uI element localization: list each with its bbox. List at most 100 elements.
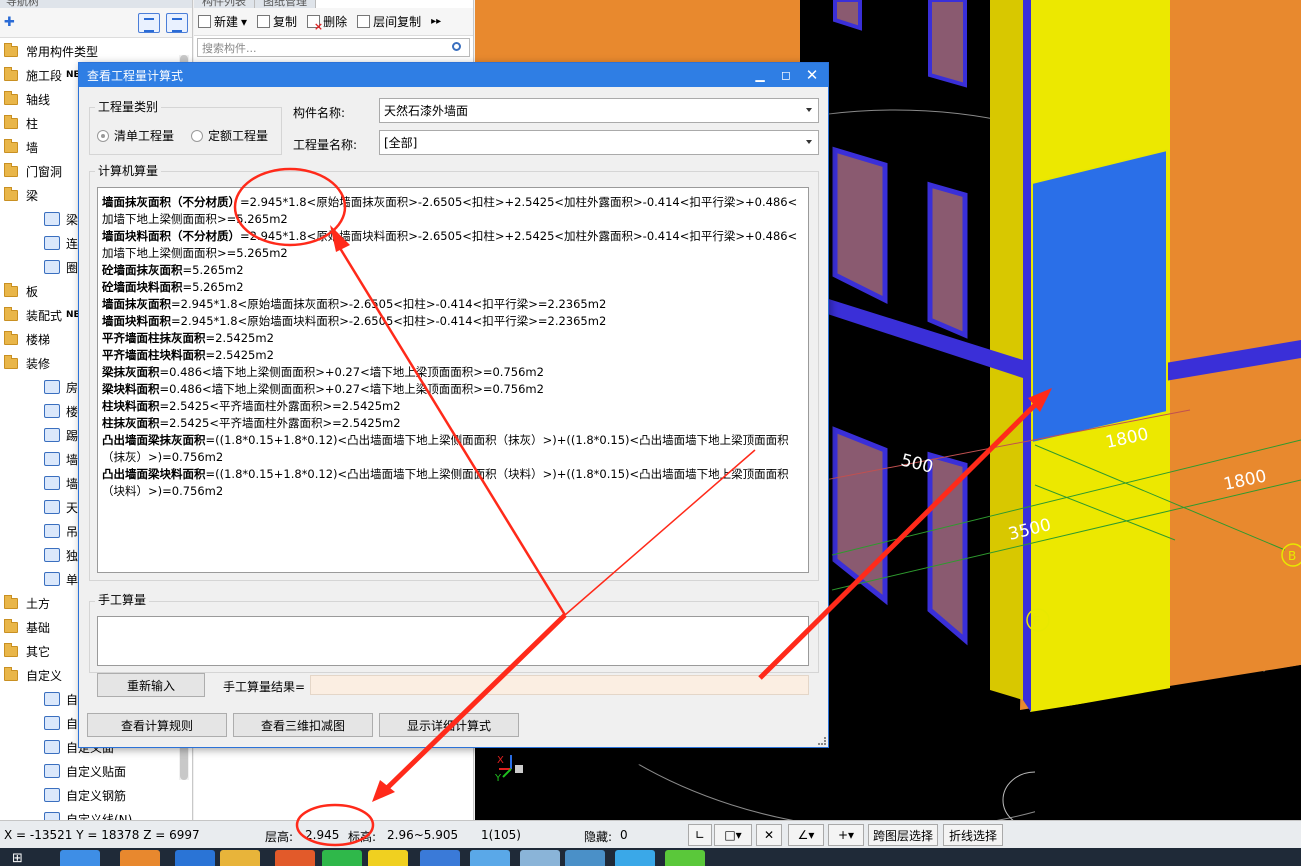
taskbar-app-icon[interactable] xyxy=(60,850,100,866)
taskbar-app-icon[interactable] xyxy=(615,850,655,866)
chevron-down-icon xyxy=(806,108,812,112)
tree-item-label: 连 xyxy=(66,236,79,251)
reinput-button[interactable]: 重新输入 xyxy=(97,673,205,697)
tree-item[interactable]: 吊 xyxy=(44,520,78,542)
radio-quota-quantity[interactable]: 定额工程量 xyxy=(191,127,268,144)
toolbar-more-icon[interactable]: ▸▸ xyxy=(431,16,441,27)
tree-item[interactable]: 房 xyxy=(44,376,78,398)
taskbar-app-icon[interactable] xyxy=(520,850,560,866)
tree-item[interactable]: 基础 xyxy=(4,616,50,638)
tree-item[interactable]: 自定义钢筋 xyxy=(44,784,126,806)
angle-button[interactable]: ∠▾ xyxy=(788,824,824,846)
tree-item[interactable]: 其它 xyxy=(4,640,50,662)
tree-item[interactable]: 连 xyxy=(44,232,78,254)
tree-item[interactable]: 轴线 xyxy=(4,88,50,110)
add-icon[interactable]: ✚ xyxy=(4,15,15,30)
tab-component-list[interactable]: 构件列表 xyxy=(194,0,255,8)
tree-item[interactable]: 装修 xyxy=(4,352,50,374)
calc-formula-text[interactable]: 墙面抹灰面积（不分材质） =2.945*1.8<原始墙面抹灰面积>-2.6505<… xyxy=(97,187,809,573)
tree-item[interactable]: 楼 xyxy=(44,400,78,422)
calc-formula-line: 平齐墙面柱抹灰面积=2.5425m2 xyxy=(102,330,804,347)
taskbar-app-icon[interactable] xyxy=(275,850,315,866)
manual-calc-input[interactable] xyxy=(97,616,809,666)
selection-count: 1(105) xyxy=(481,828,521,842)
view-3d-deduction-button[interactable]: 查看三维扣减图 xyxy=(233,713,373,737)
radio-list-quantity[interactable]: 清单工程量 xyxy=(97,127,174,144)
taskbar-app-icon[interactable] xyxy=(175,850,215,866)
tree-item-label: 圈 xyxy=(66,260,79,275)
tree-item[interactable]: 自定义贴面 xyxy=(44,760,126,782)
polyline-select-button[interactable]: 折线选择 xyxy=(943,824,1003,846)
component-search-input[interactable]: 搜索构件... xyxy=(197,38,470,57)
cross-layer-select-button[interactable]: 跨图层选择 xyxy=(868,824,938,846)
taskbar-app-icon[interactable] xyxy=(120,850,160,866)
component-type-icon xyxy=(44,716,60,730)
tree-item[interactable]: 墙 xyxy=(44,448,78,470)
taskbar-app-icon[interactable] xyxy=(368,850,408,866)
quantity-formula-dialog: 查看工程量计算式 ▁ ◻ ✕ 工程量类别 清单工程量 定额工程量 构件名称: 天… xyxy=(78,62,829,748)
taskbar-app-icon[interactable] xyxy=(565,850,605,866)
show-detail-formula-button[interactable]: 显示详细计算式 xyxy=(379,713,519,737)
calc-item-name: 砼墙面块料面积 xyxy=(102,280,183,294)
calc-item-name: 柱抹灰面积 xyxy=(102,416,160,430)
detail-view-button[interactable] xyxy=(166,13,188,33)
tree-item[interactable]: 圈 xyxy=(44,256,78,278)
maximize-icon[interactable]: ◻ xyxy=(774,63,798,87)
copy-button[interactable]: 复制 xyxy=(257,13,297,30)
tree-item[interactable]: 天 xyxy=(44,496,78,518)
calc-item-name: 柱块料面积 xyxy=(102,399,160,413)
component-name-select[interactable]: 天然石漆外墙面 xyxy=(379,98,819,123)
tree-item[interactable]: 独 xyxy=(44,544,78,566)
hidden-label: 隐藏: xyxy=(584,830,613,844)
column-side xyxy=(990,0,1023,700)
tree-item[interactable]: 门窗洞 xyxy=(4,160,62,182)
view-rules-button[interactable]: 查看计算规则 xyxy=(87,713,227,737)
tree-item[interactable]: 装配式 NE xyxy=(4,304,80,326)
tree-item[interactable]: 楼梯 xyxy=(4,328,50,350)
taskbar-app-icon[interactable] xyxy=(665,850,705,866)
windows-start-icon[interactable]: ⊞ xyxy=(12,851,23,866)
close-icon[interactable]: ✕ xyxy=(800,63,824,87)
taskbar-app-icon[interactable] xyxy=(470,850,510,866)
delete-button[interactable]: 删除 xyxy=(307,13,347,33)
tree-item[interactable]: 墙 xyxy=(4,136,38,158)
search-icon[interactable] xyxy=(452,42,461,51)
taskbar-app-icon[interactable] xyxy=(322,850,362,866)
tree-item[interactable]: 自定义线(N) xyxy=(44,808,132,820)
tree-item-label: 房 xyxy=(66,380,79,395)
tree-item[interactable]: 施工段 NE xyxy=(4,64,80,86)
floor-copy-button[interactable]: 层间复制 xyxy=(357,13,421,30)
select-box-button[interactable]: □▾ xyxy=(714,824,752,846)
tree-item[interactable]: 梁 xyxy=(44,208,78,230)
resize-grip[interactable] xyxy=(818,737,826,745)
tree-item-label: 门窗洞 xyxy=(26,164,63,179)
tree-item[interactable]: 常用构件类型 xyxy=(4,40,98,62)
component-type-icon xyxy=(44,788,60,802)
tree-item[interactable]: 梁 xyxy=(4,184,38,206)
tab-drawing-management[interactable]: 图纸管理 xyxy=(255,0,316,8)
snap-button[interactable]: +▾ xyxy=(828,824,864,846)
tree-item[interactable]: 自定义 xyxy=(4,664,62,686)
component-type-icon xyxy=(44,500,60,514)
tree-item[interactable]: 柱 xyxy=(4,112,38,134)
tree-item-label: 墙 xyxy=(66,476,79,491)
quantity-name-select[interactable]: [全部] xyxy=(379,130,819,155)
axis-marker-f-label: F xyxy=(1033,614,1040,628)
tree-item[interactable]: 单 xyxy=(44,568,78,590)
minimize-icon[interactable]: ▁ xyxy=(748,63,772,87)
taskbar-app-icon[interactable] xyxy=(420,850,460,866)
list-view-button[interactable] xyxy=(138,13,160,33)
dialog-titlebar[interactable]: 查看工程量计算式 ▁ ◻ ✕ xyxy=(79,63,828,87)
taskbar-app-icon[interactable] xyxy=(220,850,260,866)
tree-item[interactable]: 板 xyxy=(4,280,38,302)
tree-item[interactable]: 土方 xyxy=(4,592,50,614)
ortho-mode-button[interactable]: ∟ xyxy=(688,824,712,846)
tree-item[interactable]: 墙 xyxy=(44,472,78,494)
floor-height-label: 层高: xyxy=(265,830,294,844)
new-button[interactable]: 新建 ▾ xyxy=(198,13,247,30)
component-type-icon xyxy=(44,740,60,754)
tree-item[interactable]: 踢 xyxy=(44,424,78,446)
tree-item[interactable]: 自 xyxy=(44,688,78,710)
cross-select-button[interactable]: ✕ xyxy=(756,824,782,846)
tree-item[interactable]: 自 xyxy=(44,712,78,734)
